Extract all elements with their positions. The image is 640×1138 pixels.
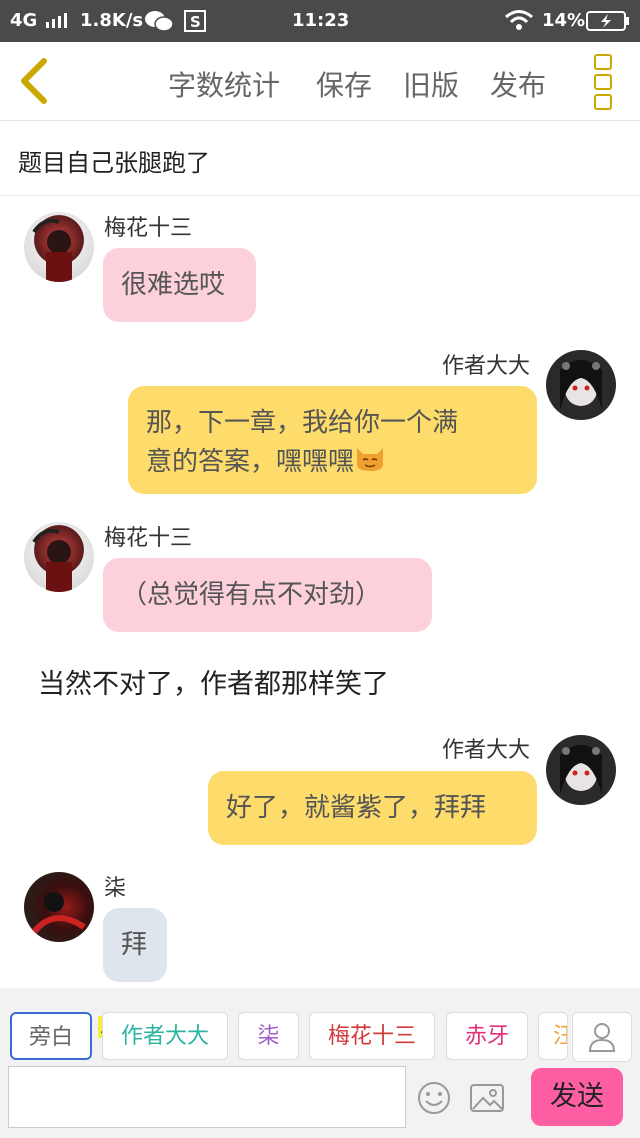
avatar-meihua[interactable] bbox=[24, 212, 94, 282]
image-button[interactable] bbox=[469, 1080, 505, 1116]
avatar-meihua[interactable] bbox=[24, 522, 94, 592]
role-chip-chiya[interactable]: 赤牙 bbox=[446, 1012, 528, 1060]
role-chip-qi[interactable]: 柒 bbox=[238, 1012, 299, 1060]
svg-text:S: S bbox=[190, 13, 201, 31]
network-type: 4G bbox=[10, 10, 38, 31]
send-button[interactable]: 发送 bbox=[531, 1068, 623, 1126]
top-toolbar: 字数统计 保存 旧版 发布 bbox=[0, 42, 640, 121]
sender-name: 梅花十三 bbox=[104, 526, 193, 551]
avatar-author[interactable] bbox=[546, 350, 616, 420]
old-version-button[interactable]: 旧版 bbox=[403, 64, 459, 104]
role-chip-label: 梅花十三 bbox=[327, 1024, 416, 1049]
publish-button[interactable]: 发布 bbox=[490, 64, 546, 104]
message-text-line: 那，下一章，我给你一个满 bbox=[146, 408, 459, 438]
message-bubble[interactable]: 好了，就酱紫了，拜拜 bbox=[208, 771, 537, 845]
word-count-button[interactable]: 字数统计 bbox=[168, 64, 280, 104]
wifi-icon bbox=[504, 9, 534, 36]
message-bubble[interactable]: 拜 bbox=[103, 908, 167, 982]
role-chip-label: 柒 bbox=[257, 1024, 280, 1049]
avatar-author[interactable] bbox=[546, 735, 616, 805]
battery-percent: 14% bbox=[542, 10, 586, 31]
emoji-button[interactable] bbox=[416, 1080, 452, 1116]
message-text-line: 意的答案，嘿嘿嘿 bbox=[146, 442, 519, 483]
sender-name: 梅花十三 bbox=[104, 216, 193, 241]
status-bar: 4G 1.8K/s S 11:23 14% bbox=[0, 0, 640, 42]
user-icon bbox=[588, 1023, 616, 1052]
app-notification-icon: S bbox=[184, 10, 206, 37]
role-chip-label: 赤牙 bbox=[464, 1024, 509, 1049]
topic-title: 题目自己张腿跑了 bbox=[18, 149, 210, 177]
chevron-left-icon bbox=[21, 58, 47, 104]
back-button[interactable] bbox=[14, 56, 54, 106]
role-chip-meihua[interactable]: 梅花十三 bbox=[309, 1012, 435, 1060]
sender-name: 柒 bbox=[104, 876, 127, 901]
message-input[interactable] bbox=[8, 1066, 406, 1128]
message-text: 拜 bbox=[121, 930, 148, 960]
clock: 11:23 bbox=[292, 10, 350, 31]
image-icon bbox=[470, 1084, 504, 1112]
message-bubble[interactable]: 很难选哎 bbox=[103, 248, 256, 322]
message-text: （总觉得有点不对劲） bbox=[121, 580, 382, 610]
smirking-devil-emoji bbox=[354, 442, 386, 483]
save-button[interactable]: 保存 bbox=[316, 64, 372, 104]
avatar-qi[interactable] bbox=[24, 872, 94, 942]
signal-icon bbox=[46, 12, 68, 35]
role-manager-button[interactable] bbox=[572, 1012, 632, 1062]
sender-name: 作者大大 bbox=[442, 738, 531, 763]
message-bubble[interactable]: （总觉得有点不对劲） bbox=[103, 558, 432, 632]
message-text: 很难选哎 bbox=[121, 270, 226, 300]
network-speed: 1.8K/s bbox=[80, 10, 144, 31]
role-chip-author[interactable]: 作者大大 bbox=[102, 1012, 228, 1060]
role-chip-partial[interactable]: 汪 bbox=[538, 1012, 568, 1060]
wechat-icon bbox=[144, 8, 174, 39]
message-text: 好了，就酱紫了，拜拜 bbox=[226, 793, 487, 823]
battery-icon bbox=[586, 11, 630, 36]
role-chip-label: 旁白 bbox=[28, 1025, 73, 1050]
more-menu-icon[interactable] bbox=[594, 54, 614, 110]
role-chip-label: 汪 bbox=[553, 1024, 567, 1049]
message-bubble[interactable]: 那，下一章，我给你一个满 意的答案，嘿嘿嘿 bbox=[128, 386, 537, 494]
sender-name: 作者大大 bbox=[442, 354, 531, 379]
topic-title-bar[interactable]: 题目自己张腿跑了 bbox=[0, 121, 640, 196]
smiley-icon bbox=[418, 1082, 450, 1114]
role-chip-label: 作者大大 bbox=[120, 1024, 209, 1049]
role-chip-narrator[interactable]: 旁白 bbox=[10, 1012, 92, 1060]
narration-text[interactable]: 当然不对了，作者都那样笑了 bbox=[38, 662, 389, 701]
